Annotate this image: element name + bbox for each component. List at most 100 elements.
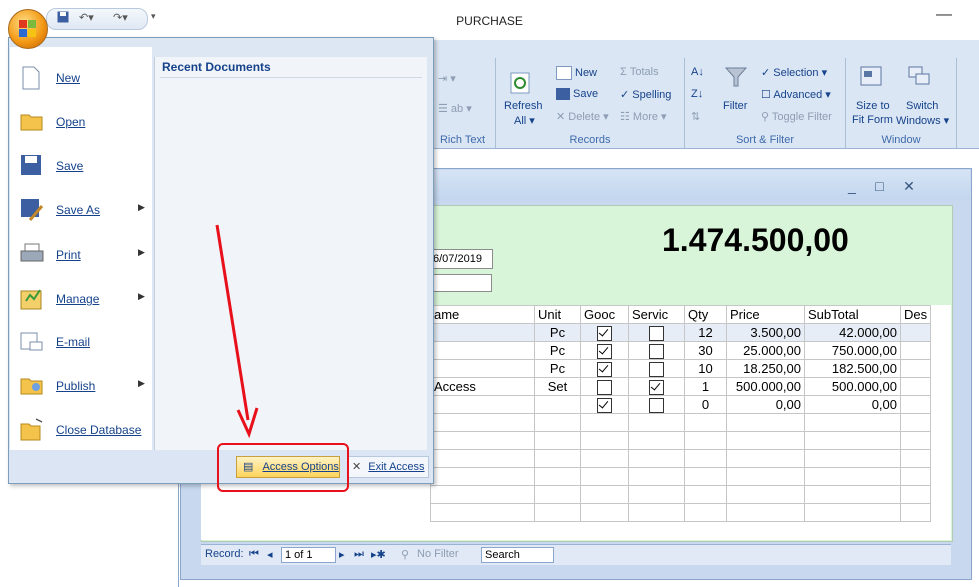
spelling-button[interactable]: ✓ Spelling [620,88,671,101]
redo-icon[interactable]: ↷▾ [113,11,128,24]
advanced-button[interactable]: ☐ Advanced ▾ [761,88,831,101]
text-field[interactable] [430,274,492,292]
cell-price[interactable]: 500.000,00 [726,377,805,396]
sort-ascending-icon[interactable]: A↓ [691,66,704,78]
column-header-description[interactable]: Des [899,305,932,324]
form-minimize-icon[interactable]: _ [848,178,856,194]
goods-checkbox[interactable] [597,343,612,359]
table-row[interactable]: Access Set 1 500.000,00 500.000,00 [430,377,932,396]
cell-price[interactable]: 25.000,00 [726,341,805,360]
date-field[interactable]: 6/07/2019 [430,249,493,269]
new-record-button[interactable]: New [556,66,597,80]
cell-unit[interactable]: Pc [534,359,581,378]
cell-name[interactable] [430,323,535,342]
menu-item-e-mail[interactable]: E-mail [10,322,152,362]
cell-qty[interactable]: 30 [684,341,727,360]
cell-unit[interactable]: Pc [534,323,581,342]
service-checkbox[interactable] [649,379,664,395]
menu-item-open[interactable]: Open [10,102,152,142]
cell-price[interactable]: 18.250,00 [726,359,805,378]
next-record-icon[interactable]: ▸ [339,548,345,561]
indent-icon[interactable]: ⇥ ▾ [438,72,456,85]
save-icon[interactable] [57,11,69,26]
previous-record-icon[interactable]: ◂ [267,548,273,561]
filter-funnel-icon[interactable] [724,66,748,91]
goods-checkbox[interactable] [597,325,612,341]
qat-customize-dropdown[interactable]: ▾ [151,11,156,22]
goods-checkbox[interactable] [597,379,612,395]
cell-unit[interactable]: Pc [534,341,581,360]
table-row[interactable]: Pc 12 3.500,00 42.000,00 [430,323,932,342]
save-record-button[interactable]: Save [556,88,598,101]
menu-item-save-as[interactable]: Save As ▶ [10,190,152,230]
no-filter-label[interactable]: No Filter [417,548,459,560]
exit-access-button[interactable]: ✕ Exit Access [347,456,429,478]
refresh-all-button[interactable]: Refresh [504,100,543,112]
cell-name[interactable] [430,395,535,414]
cell-subtotal[interactable]: 500.000,00 [804,377,901,396]
service-checkbox[interactable] [649,343,664,359]
minimize-button[interactable]: — [936,6,952,24]
menu-item-save[interactable]: Save [10,146,152,186]
delete-record-button[interactable]: ✕ Delete ▾ [556,110,609,123]
cell-subtotal[interactable]: 182.500,00 [804,359,901,378]
service-checkbox[interactable] [649,325,664,341]
table-row[interactable]: Pc 10 18.250,00 182.500,00 [430,359,932,378]
cell-price[interactable]: 0,00 [726,395,805,414]
more-button[interactable]: ☷ More ▾ [620,110,667,123]
goods-checkbox[interactable] [597,361,612,377]
menu-item-new[interactable]: New [10,58,152,98]
fit-form-label[interactable]: Fit Form [852,114,893,126]
list-icon[interactable]: ☰ ab ▾ [438,102,472,115]
windows-dropdown[interactable]: Windows ▾ [896,114,949,127]
cell-unit[interactable]: Set [534,377,581,396]
menu-item-manage[interactable]: Manage ▶ [10,279,152,319]
toggle-filter-button[interactable]: ⚲ Toggle Filter [761,110,832,123]
table-row[interactable]: Pc 30 25.000,00 750.000,00 [430,341,932,360]
switch-label[interactable]: Switch [906,100,938,112]
cell-unit[interactable] [534,395,581,414]
goods-checkbox[interactable] [597,397,612,413]
table-row[interactable]: 0 0,00 0,00 [430,395,932,414]
form-maximize-icon[interactable]: □ [875,178,883,194]
selection-button[interactable]: ✓ Selection ▾ [761,66,827,79]
record-position-field[interactable]: 1 of 1 [281,547,336,563]
refresh-icon[interactable] [510,72,530,97]
form-close-icon[interactable]: ✕ [903,178,915,194]
cell-subtotal[interactable]: 0,00 [804,395,901,414]
column-header-unit[interactable]: Unit [534,305,581,324]
switch-windows-icon[interactable] [908,66,930,89]
column-header-name[interactable]: ame [430,305,535,324]
cell-name[interactable] [430,359,535,378]
cell-description[interactable] [899,323,932,342]
service-checkbox[interactable] [649,361,664,377]
cell-subtotal[interactable]: 750.000,00 [804,341,901,360]
menu-item-publish[interactable]: Publish ▶ [10,366,152,406]
cell-qty[interactable]: 0 [684,395,727,414]
cell-description[interactable] [899,395,932,414]
cell-name[interactable]: Access [430,377,535,396]
cell-name[interactable] [430,341,535,360]
column-header-qty[interactable]: Qty [684,305,727,324]
cell-qty[interactable]: 10 [684,359,727,378]
size-to-label[interactable]: Size to [856,100,890,112]
cell-qty[interactable]: 1 [684,377,727,396]
cell-price[interactable]: 3.500,00 [726,323,805,342]
new-record-nav-icon[interactable]: ▸✱ [371,548,386,561]
column-header-price[interactable]: Price [726,305,805,324]
size-to-fit-icon[interactable] [860,66,882,89]
column-header-goods[interactable]: Gooc [580,305,629,324]
search-input[interactable]: Search [481,547,554,563]
refresh-all-dropdown[interactable]: All ▾ [514,114,535,127]
office-button[interactable] [8,9,48,49]
filter-button[interactable]: Filter [723,100,747,112]
undo-icon[interactable]: ↶▾ [79,11,94,24]
cell-description[interactable] [899,377,932,396]
cell-description[interactable] [899,359,932,378]
cell-qty[interactable]: 12 [684,323,727,342]
menu-item-close-database[interactable]: Close Database [10,410,152,450]
column-header-subtotal[interactable]: SubTotal [804,305,901,324]
cell-description[interactable] [899,341,932,360]
service-checkbox[interactable] [649,397,664,413]
first-record-icon[interactable]: ⏮ [249,548,259,561]
